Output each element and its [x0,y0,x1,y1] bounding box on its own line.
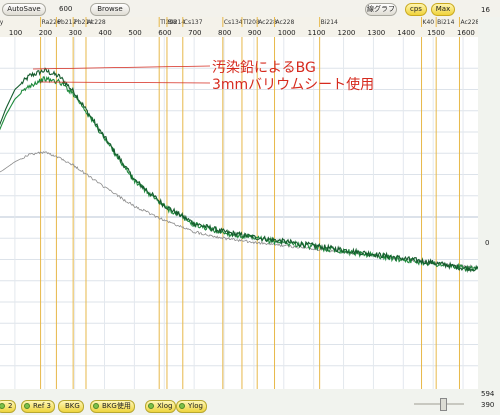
ref2-label: 2 [8,402,13,410]
toggle-dot-icon [148,403,154,409]
toggle-dot-icon [93,403,99,409]
nuclide-label: K40 [423,19,435,26]
x-tick-label: 1500 [427,29,445,37]
bkg-use-label: BKG使用 [102,402,131,410]
nuclide-label: Ac228 [87,19,106,26]
x-tick-label: 400 [99,29,112,37]
autosave-seconds-value[interactable]: 600 [59,5,72,13]
x-tick-label: 900 [248,29,261,37]
readout-line2: 390 [481,401,495,409]
max-button[interactable]: Max [431,3,455,16]
x-tick-label: 300 [69,29,82,37]
bkg-button[interactable]: BKG [58,400,84,413]
xlog-label: Xlog [157,402,173,410]
ylog-label: Ylog [188,402,203,410]
right-axis: 0 [478,17,500,389]
cps-button[interactable]: cps [405,3,427,16]
x-tick-label: 100 [9,29,22,37]
nuclide-label: Bi214 [321,19,338,26]
readout-line1: 594 [481,390,495,398]
nuclide-label: Ac228 [276,19,295,26]
x-tick-label: 600 [158,29,171,37]
x-tick-label: 1600 [457,29,475,37]
ylog-toggle[interactable]: Ylog [176,400,207,413]
nuclide-label: Cs134 [224,19,243,26]
bkg-use-toggle[interactable]: BKG使用 [90,400,135,413]
x-tick-label: 1400 [397,29,415,37]
annotation-barium-sheet: 3mmバリウムシート使用 [212,77,375,93]
zoom-slider-thumb[interactable] [440,398,447,411]
toggle-dot-icon [0,403,5,409]
zoom-slider-track[interactable] [414,403,464,405]
x-tick-label: 1100 [308,29,326,37]
y-axis-top-label: 16 [481,6,490,14]
toolbar: AutoSave 600 Browse 線グラフ cps Max 16 [0,0,500,18]
toggle-dot-icon [179,403,185,409]
browse-button[interactable]: Browse [90,3,130,16]
series-line-3 [0,151,478,269]
x-tick-label: 1200 [338,29,356,37]
x-tick-label: 1300 [367,29,385,37]
toggle-dot-icon [24,403,30,409]
nuclide-label: Ac228 [460,19,478,26]
ref3-label: Ref 3 [33,402,51,410]
ref3-toggle[interactable]: Ref 3 [21,400,55,413]
x-tick-label: 700 [188,29,201,37]
x-tick-label: 200 [39,29,52,37]
x-tick-label: 1000 [278,29,296,37]
autosave-button[interactable]: AutoSave [2,3,46,16]
x-tick-label: 500 [128,29,141,37]
nuclide-label: Cs137 [184,19,203,26]
nuclide-label: Ray [0,19,4,26]
bkg-label: BKG [65,402,80,410]
xlog-toggle[interactable]: Xlog [145,400,177,413]
x-tick-label: 800 [218,29,231,37]
ref2-toggle[interactable]: 2 [0,400,17,413]
nuclide-label: Bi214 [437,19,454,26]
y-axis-zero-label: 0 [485,239,490,247]
spectrum-plot: RayRa226Pb212Pb214Ac228Tl208Bi214Cs137Cs… [0,17,478,389]
bottom-bar: 2 Ref 3 BKG BKG使用 Xlog Ylog 594 390 [0,389,500,415]
line-graph-button[interactable]: 線グラフ [365,3,397,16]
